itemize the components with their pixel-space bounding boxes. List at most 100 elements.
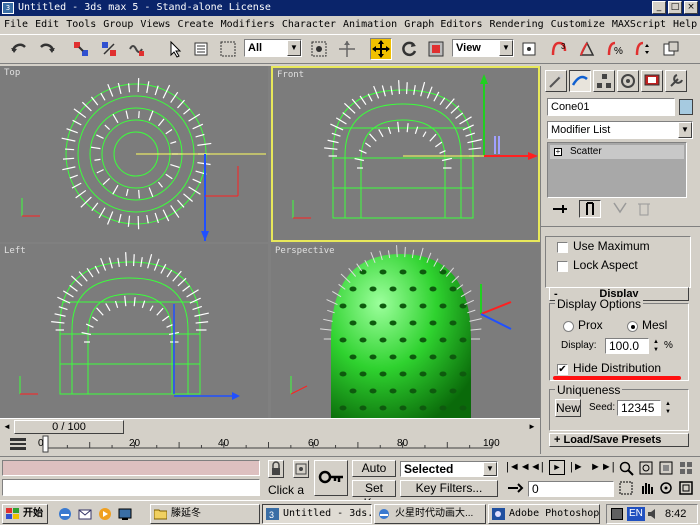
spinner-snap-icon[interactable] xyxy=(632,38,654,60)
current-frame-input[interactable]: 0 xyxy=(528,481,614,497)
display-tab-icon[interactable] xyxy=(641,70,663,92)
3ds-max-icon[interactable]: 3 xyxy=(2,2,14,14)
mesh-radio[interactable] xyxy=(627,321,638,332)
redo-icon[interactable] xyxy=(36,38,58,60)
key-mode-selection-dropdown[interactable]: Selected ▼ xyxy=(400,461,498,477)
object-color-swatch[interactable] xyxy=(679,99,693,115)
menu-rendering[interactable]: Rendering xyxy=(485,16,546,34)
prompt-line[interactable] xyxy=(2,479,260,496)
select-object-icon[interactable] xyxy=(164,38,186,60)
modifier-list-dropdown[interactable]: Modifier List ▼ xyxy=(547,121,693,139)
percent-snap-icon[interactable]: % xyxy=(604,38,626,60)
show-desktop-icon[interactable] xyxy=(118,507,132,521)
display-spinner-icon[interactable]: ▲ ▼ xyxy=(652,338,660,354)
auto-key-button[interactable]: Auto Key xyxy=(352,460,396,477)
unlink-icon[interactable] xyxy=(98,38,120,60)
modify-tab-icon[interactable] xyxy=(569,70,591,92)
viewport-left[interactable]: Left xyxy=(0,244,268,418)
menu-file[interactable]: File xyxy=(0,16,31,34)
time-slider-thumb[interactable]: 0 / 100 xyxy=(14,420,124,434)
menu-graph-editors[interactable]: Graph Editors xyxy=(400,16,485,34)
hierarchy-tab-icon[interactable] xyxy=(593,70,615,92)
start-button[interactable]: 开始 xyxy=(2,504,48,524)
key-filters-button[interactable]: Key Filters... xyxy=(400,480,498,497)
seed-input[interactable]: 12345 xyxy=(617,400,661,416)
close-button[interactable]: × xyxy=(684,1,698,14)
time-slider[interactable]: ◄ 0 / 100 ► xyxy=(0,418,540,434)
lock-selection-icon[interactable] xyxy=(268,460,284,478)
go-to-end-icon[interactable]: ►►| xyxy=(590,461,615,473)
menu-modifiers[interactable]: Modifiers xyxy=(217,16,278,34)
minimize-button[interactable]: _ xyxy=(652,1,666,14)
show-end-result-icon[interactable] xyxy=(579,200,601,218)
absolute-mode-icon[interactable] xyxy=(293,460,309,478)
go-to-start-icon[interactable]: |◄◄ xyxy=(506,461,531,473)
viewport-front[interactable]: Front xyxy=(271,66,540,242)
menu-views[interactable]: Views xyxy=(136,16,173,34)
set-key-mode-icon[interactable] xyxy=(314,460,348,496)
taskbar-photoshop-button[interactable]: Adobe Photoshop xyxy=(488,504,600,524)
create-tab-icon[interactable] xyxy=(545,70,567,92)
key-mode-toggle-icon[interactable] xyxy=(506,481,524,496)
reference-coordinate-dropdown[interactable]: View ▼ xyxy=(452,39,514,57)
named-selection-icon[interactable] xyxy=(660,38,682,60)
undo-icon[interactable] xyxy=(8,38,30,60)
viewport-perspective[interactable]: Perspective xyxy=(271,244,540,418)
utilities-tab-icon[interactable] xyxy=(665,70,687,92)
time-next-arrow-icon[interactable]: ► xyxy=(526,421,538,433)
zoom-icon[interactable] xyxy=(618,460,636,476)
select-by-name-icon[interactable] xyxy=(190,38,212,60)
menu-help[interactable]: Help xyxy=(669,16,700,34)
modifier-stack[interactable]: + Scatter xyxy=(547,142,687,198)
selection-filter-dropdown[interactable]: All ▼ xyxy=(244,39,302,57)
play-icon[interactable]: ► xyxy=(549,460,565,475)
select-and-move-gizmo-icon[interactable] xyxy=(336,38,358,60)
maxscript-listener-mini[interactable] xyxy=(2,460,260,476)
snap-3d-icon[interactable]: 3 xyxy=(548,38,570,60)
viewport-top[interactable]: Top xyxy=(0,66,268,242)
menu-character[interactable]: Character xyxy=(278,16,339,34)
menu-create[interactable]: Create xyxy=(174,16,217,34)
load-save-presets-header[interactable]: + Load/Save Presets xyxy=(549,433,689,447)
zoom-all-icon[interactable] xyxy=(638,460,656,476)
use-maximum-checkbox[interactable] xyxy=(557,242,568,253)
zoom-extents-icon[interactable] xyxy=(658,460,676,476)
angle-snap-icon[interactable] xyxy=(576,38,598,60)
window-crossing-icon[interactable] xyxy=(308,38,330,60)
taskbar-folder-button[interactable]: 滕延冬 xyxy=(150,504,260,524)
menu-edit[interactable]: Edit xyxy=(31,16,62,34)
region-zoom-icon[interactable] xyxy=(618,480,636,496)
zoom-extents-all-icon[interactable] xyxy=(678,460,696,476)
outlook-express-icon[interactable] xyxy=(78,507,92,521)
next-frame-icon[interactable]: |► xyxy=(570,461,584,473)
hide-distribution-checkbox[interactable]: ✔ xyxy=(557,364,568,375)
object-name-field[interactable]: Cone01 xyxy=(547,98,675,116)
seed-spinner-icon[interactable]: ▲ ▼ xyxy=(664,400,672,416)
set-key-button[interactable]: Set Key xyxy=(352,480,396,510)
pin-stack-icon[interactable] xyxy=(549,200,571,218)
expand-plus-icon[interactable]: + xyxy=(554,148,562,156)
proxies-radio[interactable] xyxy=(563,321,574,332)
select-and-scale-icon[interactable] xyxy=(425,38,447,60)
time-prev-arrow-icon[interactable]: ◄ xyxy=(1,421,13,433)
taskbar-3dsmax-button[interactable]: 3 Untitled - 3ds... xyxy=(262,504,372,524)
select-and-move-icon[interactable] xyxy=(370,38,392,60)
arc-rotate-icon[interactable] xyxy=(658,480,676,496)
maximize-button[interactable]: □ xyxy=(668,1,682,14)
language-indicator[interactable]: EN xyxy=(627,507,645,521)
internet-explorer-icon[interactable] xyxy=(58,507,72,521)
menu-customize[interactable]: Customize xyxy=(547,16,608,34)
pan-hand-icon[interactable] xyxy=(638,480,656,496)
pivot-center-icon[interactable] xyxy=(518,38,540,60)
lock-aspect-checkbox[interactable] xyxy=(557,261,568,272)
remove-modifier-icon[interactable] xyxy=(633,200,655,218)
menu-maxscript[interactable]: MAXScript xyxy=(608,16,669,34)
network-icon[interactable] xyxy=(611,508,623,520)
previous-frame-icon[interactable]: ◄| xyxy=(530,461,544,473)
menu-tools[interactable]: Tools xyxy=(62,16,99,34)
track-bar[interactable]: 0 20 40 60 80 100 xyxy=(0,434,540,454)
bind-space-warp-icon[interactable] xyxy=(126,38,148,60)
taskbar-ie-button[interactable]: 火星时代动画大... xyxy=(374,504,486,524)
motion-tab-icon[interactable] xyxy=(617,70,639,92)
display-percent-input[interactable]: 100.0 xyxy=(605,338,649,354)
